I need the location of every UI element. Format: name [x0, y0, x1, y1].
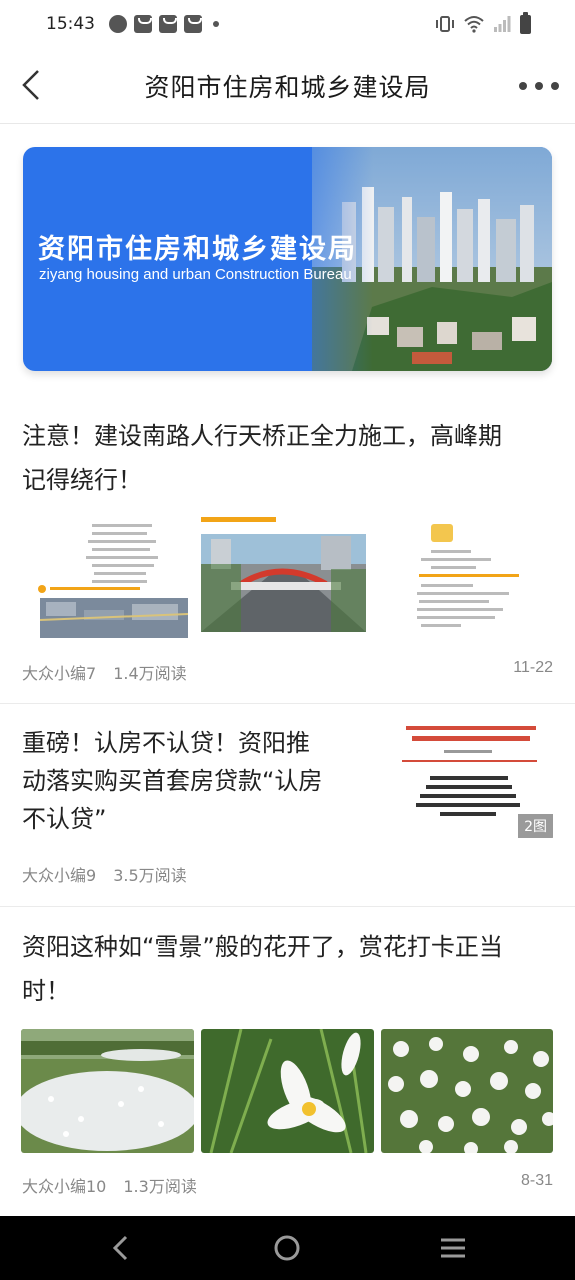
article-title-line: 重磅！认房不认贷！资阳推	[22, 729, 310, 757]
article-meta: 大众小编10 1.3万阅读	[22, 1173, 197, 1197]
article-title-line: 动落实购买首套房贷款“认房	[22, 767, 323, 795]
article-title: 资阳这种如“雪景”般的花开了，赏花打卡正当 时！	[22, 925, 557, 1013]
banner-title: 资阳市住房和城乡建设局	[38, 234, 357, 265]
compass-icon	[109, 15, 127, 33]
article-reads: 1.3万阅读	[123, 1177, 197, 1196]
article-date: 8-31	[520, 1172, 553, 1189]
more-dot-icon	[551, 82, 559, 90]
notification-icons	[109, 15, 219, 33]
nav-back-button[interactable]	[103, 1230, 139, 1266]
article-title-line: 资阳这种如“雪景”般的花开了，赏花打卡正当	[22, 933, 503, 961]
more-notifications-dot-icon	[213, 21, 219, 27]
article-item[interactable]: 注意！建设南路人行天桥正全力施工，高峰期 记得绕行！ 大众小编7 1.4万阅读 …	[0, 400, 575, 700]
nav-back-icon	[112, 1235, 128, 1261]
article-author: 大众小编7	[22, 664, 97, 683]
signal-icon	[494, 16, 511, 32]
flower-closeup-thumbnail[interactable]	[201, 1029, 374, 1153]
chevron-left-icon	[22, 70, 39, 100]
nav-menu-icon	[441, 1238, 465, 1258]
more-options-button[interactable]	[519, 72, 559, 100]
app-header: 资阳市住房和城乡建设局	[0, 48, 575, 124]
battery-icon	[520, 11, 531, 34]
article-title: 重磅！认房不认贷！资阳推 动落实购买首套房贷款“认房 不认贷”	[22, 724, 362, 838]
banner-subtitle: ziyang housing and urban Construction Bu…	[39, 266, 352, 283]
status-time: 15:43	[46, 14, 95, 34]
system-navigation-bar	[0, 1216, 575, 1280]
bridge-construction-thumbnail[interactable]	[201, 514, 373, 640]
more-dot-icon	[519, 82, 527, 90]
image-count-badge: 2图	[518, 814, 553, 838]
bureau-banner[interactable]: 资阳市住房和城乡建设局 ziyang housing and urban Con…	[23, 147, 552, 371]
article-meta: 大众小编9 3.5万阅读	[22, 862, 187, 886]
status-bar: 15:43	[0, 0, 575, 48]
article-reads: 1.4万阅读	[113, 664, 187, 683]
shopping-bag-icon	[159, 15, 177, 33]
nav-home-icon	[274, 1235, 300, 1261]
article-title-line: 记得绕行！	[22, 466, 142, 494]
flower-field-thumbnail[interactable]	[21, 1029, 194, 1153]
article-title: 注意！建设南路人行天桥正全力施工，高峰期 记得绕行！	[22, 414, 557, 502]
policy-document-thumbnail[interactable]: 2图	[382, 720, 553, 840]
article-author: 大众小编9	[22, 866, 97, 885]
nav-home-button[interactable]	[269, 1230, 305, 1266]
shopping-bag-icon	[184, 15, 202, 33]
article-title-line: 注意！建设南路人行天桥正全力施工，高峰期	[22, 422, 502, 450]
flower-cluster-thumbnail[interactable]	[381, 1029, 553, 1153]
nav-recents-button[interactable]	[435, 1230, 471, 1266]
article-reads: 3.5万阅读	[113, 866, 187, 885]
article-item[interactable]: 资阳这种如“雪景”般的花开了，赏花打卡正当 时！ 大众小编10 1.3万阅读 8…	[0, 907, 575, 1207]
status-right-icons	[435, 11, 531, 34]
article-item[interactable]: 重磅！认房不认贷！资阳推 动落实购买首套房贷款“认房 不认贷” 2图 大众小编9…	[0, 704, 575, 906]
page-title: 资阳市住房和城乡建设局	[144, 72, 431, 102]
vibrate-icon	[436, 16, 454, 32]
article-meta: 大众小编7 1.4万阅读	[22, 660, 187, 684]
notice-document-thumbnail[interactable]	[22, 514, 194, 640]
schedule-document-thumbnail[interactable]	[381, 514, 553, 640]
article-author: 大众小编10	[22, 1177, 107, 1196]
article-date: 11-22	[513, 659, 553, 676]
article-title-line: 时！	[22, 977, 70, 1005]
shopping-bag-icon	[134, 15, 152, 33]
back-button[interactable]	[14, 68, 48, 102]
wifi-icon	[464, 16, 484, 33]
article-title-line: 不认贷”	[22, 805, 107, 833]
more-dot-icon	[535, 82, 543, 90]
